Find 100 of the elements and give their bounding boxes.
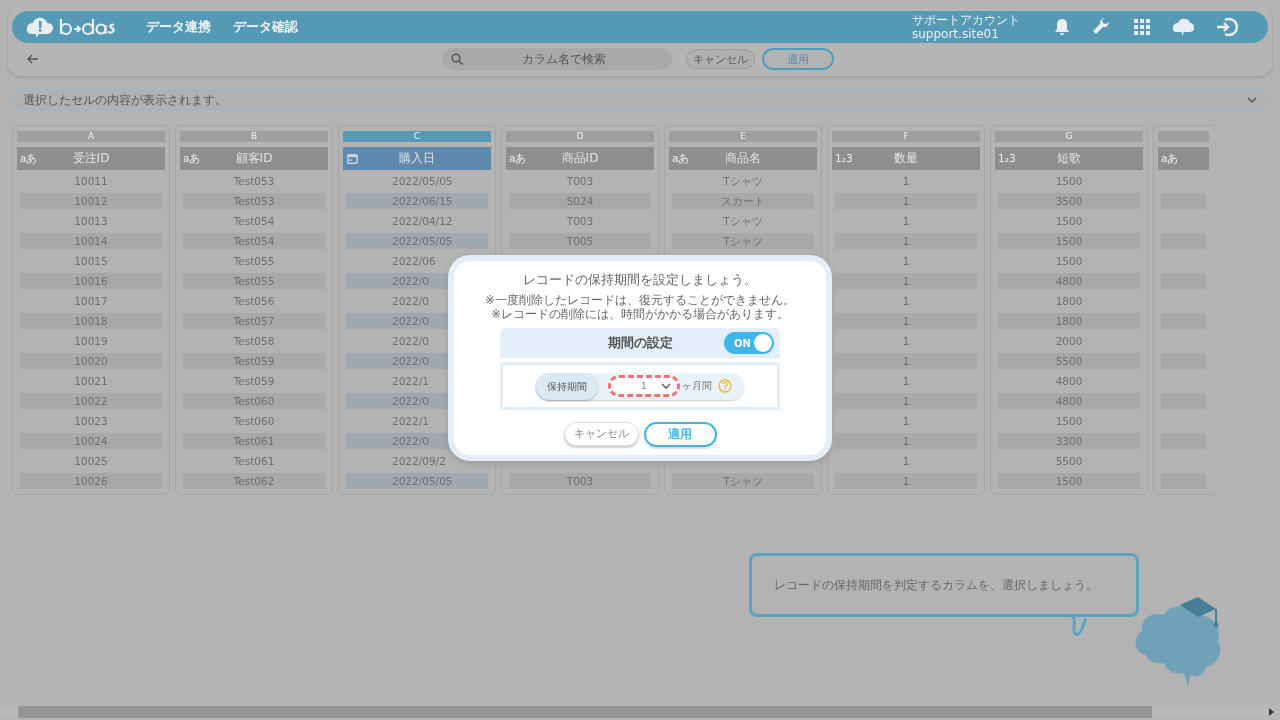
search-field[interactable]: カラム名で検索 [442,48,672,70]
table-cell[interactable]: Test061 [183,433,325,449]
table-cell[interactable]: 10015 [20,253,162,269]
table-cell[interactable]: 1500 [998,253,1140,269]
table-cell[interactable]: 4800 [998,373,1140,389]
table-cell[interactable]: 1 [835,353,977,369]
table-cell[interactable]: T003 [509,173,651,189]
scroll-right-icon[interactable] [1268,708,1274,716]
column-header[interactable]: aあ [1158,147,1209,170]
table-cell[interactable]: 10017 [20,293,162,309]
table-cell[interactable]: 1 [835,213,977,229]
cloud-icon[interactable] [1172,17,1194,37]
table-cell[interactable]: 3300 [998,433,1140,449]
bell-icon[interactable] [1054,18,1070,36]
column-letter[interactable]: G [995,131,1143,142]
table-cell[interactable]: Test061 [183,453,325,469]
nav-link[interactable]: データ確認 [233,18,298,36]
table-cell[interactable]: Test055 [183,253,325,269]
table-cell[interactable]: 1 [835,293,977,309]
table-cell[interactable]: 4800 [998,393,1140,409]
table-cell[interactable]: Test062 [183,473,325,489]
nav-link[interactable]: データ連携 [146,18,211,36]
apply-button[interactable]: 適用 [643,422,717,447]
wrench-icon[interactable] [1092,17,1112,37]
table-cell[interactable]: 10022 [20,393,162,409]
column-letter[interactable]: A [17,131,165,142]
table-cell[interactable]: 1 [835,393,977,409]
cancel-button[interactable]: キャンセル [686,49,755,69]
table-cell[interactable]: 1800 [998,313,1140,329]
table-cell[interactable]: 2022/05/05 [346,173,488,189]
table-cell[interactable]: 3500 [998,193,1140,209]
table-cell[interactable]: 1 [835,413,977,429]
table-cell[interactable]: Test058 [183,333,325,349]
table-cell[interactable]: S024 [509,193,651,209]
table-cell[interactable]: 10021 [20,373,162,389]
table-cell[interactable]: Test060 [183,413,325,429]
cancel-button[interactable]: キャンセル [563,422,639,446]
column-header[interactable]: 1₂3 短歌 [995,147,1143,170]
column-letter[interactable]: D [506,131,654,142]
table-cell[interactable]: 1500 [998,233,1140,249]
table-cell[interactable]: 10024 [20,433,162,449]
column-letter[interactable]: F [832,131,980,142]
table-cell[interactable]: Test054 [183,213,325,229]
table-cell[interactable]: Test059 [183,353,325,369]
column-header[interactable]: aあ 商品名 [669,147,817,170]
table-cell[interactable]: 2022/05/05 [346,233,488,249]
table-cell[interactable]: Test055 [183,273,325,289]
table-cell[interactable]: 10025 [20,453,162,469]
column-letter[interactable]: E [669,131,817,142]
column-header[interactable]: aあ 商品ID [506,147,654,170]
apps-grid-icon[interactable] [1134,19,1150,35]
help-icon[interactable] [718,379,732,393]
table-cell[interactable]: Test056 [183,293,325,309]
table-cell[interactable]: 10023 [20,413,162,429]
table-cell[interactable]: T003 [509,473,651,489]
table-cell[interactable]: Test053 [183,193,325,209]
table-cell[interactable]: 10012 [20,193,162,209]
period-select[interactable]: 1 [608,375,680,397]
table-cell[interactable]: 1 [835,453,977,469]
table-cell[interactable]: 10019 [20,333,162,349]
table-cell[interactable]: 1500 [998,413,1140,429]
table-cell[interactable]: 10020 [20,353,162,369]
table-cell[interactable]: 5500 [998,353,1140,369]
table-cell[interactable]: 10011 [20,173,162,189]
table-cell[interactable]: 10013 [20,213,162,229]
table-cell[interactable]: 1500 [998,213,1140,229]
column-header[interactable]: 購入日 [343,147,491,170]
table-cell[interactable]: 1500 [998,173,1140,189]
table-cell[interactable]: 1 [835,273,977,289]
table-cell[interactable]: 2022/04/12 [346,213,488,229]
cell-content-field[interactable]: 選択したセルの内容が表示されます。 [11,88,1269,112]
table-cell[interactable]: 1 [835,313,977,329]
column-header[interactable]: 1₂3 数量 [832,147,980,170]
table-cell[interactable]: Tシャツ [672,173,814,189]
column-letter[interactable]: B [180,131,328,142]
table-cell[interactable]: Tシャツ [672,213,814,229]
chevron-down-icon[interactable] [1247,96,1257,104]
table-cell[interactable]: 1 [835,473,977,489]
table-cell[interactable]: Test060 [183,393,325,409]
table-cell[interactable]: Test059 [183,373,325,389]
table-cell[interactable]: 1 [835,253,977,269]
table-cell[interactable]: 1 [835,333,977,349]
column-header[interactable]: aあ 顧客ID [180,147,328,170]
table-cell[interactable]: 2000 [998,333,1140,349]
table-cell[interactable]: 1 [835,433,977,449]
table-cell[interactable]: Test057 [183,313,325,329]
toggle-switch[interactable]: ON [724,332,774,354]
table-cell[interactable]: 1 [835,373,977,389]
logout-icon[interactable] [1216,17,1238,37]
column-letter[interactable]: C [343,131,491,142]
horizontal-scrollbar[interactable] [0,706,1280,718]
table-cell[interactable]: Test054 [183,233,325,249]
table-cell[interactable]: 10014 [20,233,162,249]
table-cell[interactable]: T003 [509,213,651,229]
table-cell[interactable]: 1800 [998,293,1140,309]
table-cell[interactable]: 1 [835,233,977,249]
table-cell[interactable]: 1500 [998,473,1140,489]
table-cell[interactable]: 2022/05/05 [346,473,488,489]
table-cell[interactable]: 10016 [20,273,162,289]
apply-button[interactable]: 適用 [762,48,834,70]
